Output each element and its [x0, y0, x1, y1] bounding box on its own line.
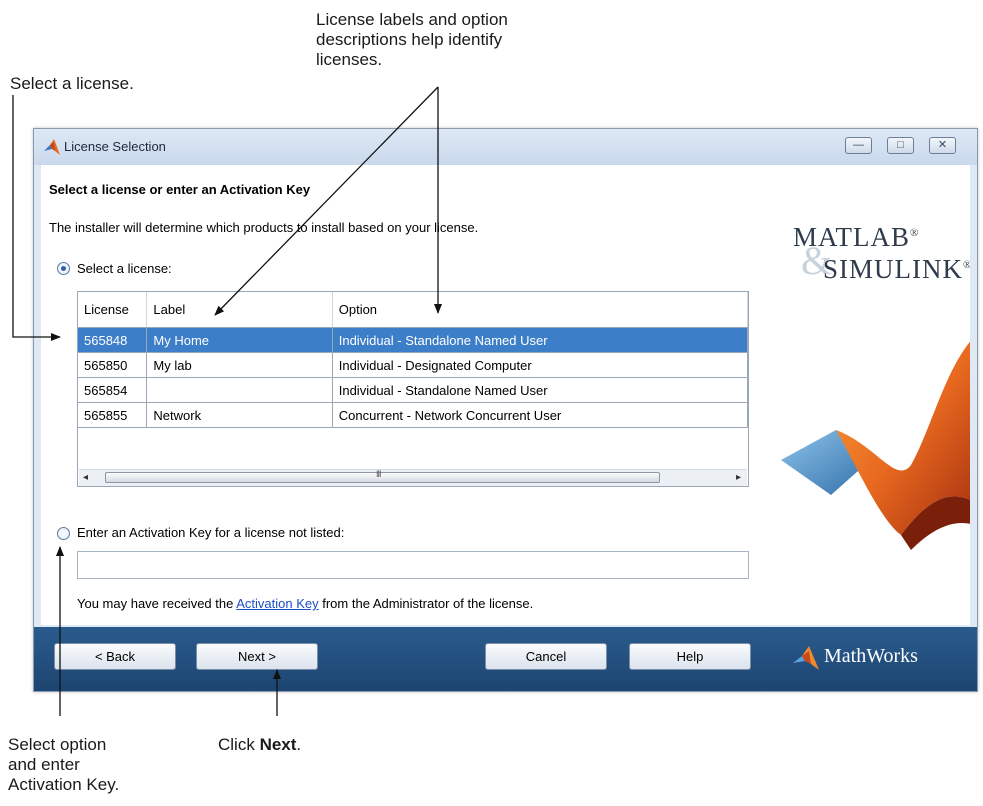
window-title: License Selection [64, 139, 166, 154]
page-title: Select a license or enter an Activation … [49, 182, 311, 197]
license-cell: 565850 [78, 352, 148, 378]
title-bar: License Selection — □ ✕ [34, 129, 977, 165]
maximize-icon: □ [897, 139, 904, 151]
activation-key-input[interactable] [77, 551, 749, 579]
registered-mark: ® [910, 227, 920, 239]
activation-key-radio-label[interactable]: Enter an Activation Key for a license no… [77, 525, 344, 540]
license-cell: 565854 [78, 377, 148, 403]
help-text-prefix: You may have received the [77, 596, 237, 611]
cancel-button[interactable]: Cancel [485, 643, 607, 670]
activation-key-help-text: You may have received the Activation Key… [77, 596, 533, 611]
label-cell [146, 377, 333, 403]
next-button[interactable]: Next > [196, 643, 318, 670]
matlab-word: MATLAB [793, 222, 911, 252]
label-cell: Network [146, 402, 333, 428]
column-header-license[interactable]: License [78, 292, 148, 328]
table-row[interactable]: 565855 Network Concurrent - Network Conc… [78, 402, 749, 428]
horizontal-scrollbar[interactable]: ◂ III ▸ [79, 469, 747, 486]
registered-mark: ® [963, 259, 970, 271]
select-license-radio-label[interactable]: Select a license: [77, 261, 172, 276]
option-cell: Individual - Standalone Named User [332, 377, 749, 403]
activation-key-radio[interactable] [57, 527, 70, 540]
annotation-line: Select option [8, 735, 107, 754]
annotation-select-license: Select a license. [10, 74, 134, 93]
option-cell: Concurrent - Network Concurrent User [332, 402, 749, 428]
label-cell: My Home [146, 327, 333, 353]
table-row[interactable]: 565850 My lab Individual - Designated Co… [78, 352, 749, 378]
scrollbar-grip-icon: III [376, 469, 381, 479]
scroll-right-icon[interactable]: ▸ [736, 472, 741, 483]
dialog-content: Select a license or enter an Activation … [41, 165, 970, 625]
matlab-membrane-logo-icon [781, 341, 970, 550]
simulink-wordmark: SIMULINK® [823, 254, 970, 285]
license-table: License Label Option 565848 My Home Indi… [78, 292, 749, 428]
activation-key-link[interactable]: Activation Key [236, 596, 318, 611]
instructions-text: The installer will determine which produ… [49, 220, 479, 235]
mathworks-logo-icon [793, 646, 819, 670]
column-header-label[interactable]: Label [146, 292, 333, 328]
annotation-line: Activation Key. [8, 775, 120, 794]
help-button[interactable]: Help [629, 643, 751, 670]
annotation-click-next: Click Next. [218, 735, 301, 755]
minimize-icon: — [853, 139, 864, 151]
annotation-line: License labels and option [316, 10, 508, 29]
minimize-button[interactable]: — [845, 137, 872, 154]
help-text-suffix: from the Administrator of the license. [318, 596, 534, 611]
annotation-line: licenses. [316, 50, 383, 69]
back-button[interactable]: < Back [54, 643, 176, 670]
close-button[interactable]: ✕ [929, 137, 956, 154]
column-header-option[interactable]: Option [332, 292, 749, 328]
option-cell: Individual - Designated Computer [332, 352, 749, 378]
simulink-word: SIMULINK [823, 254, 963, 284]
annotation-labels-descriptions: License labels and option descriptions h… [316, 10, 616, 70]
annotation-line: and enter [8, 755, 80, 774]
annotation-line: descriptions help identify [316, 30, 503, 49]
license-cell: 565848 [78, 327, 148, 353]
annotation-text: Click [218, 735, 260, 754]
close-icon: ✕ [937, 139, 948, 151]
table-row[interactable]: 565848 My Home Individual - Standalone N… [78, 327, 749, 353]
license-cell: 565855 [78, 402, 148, 428]
annotation-bold: Next [259, 735, 297, 754]
mathworks-wordmark: MathWorks [824, 645, 918, 667]
license-selection-window: License Selection — □ ✕ Select a license… [33, 128, 978, 692]
license-table-container: License Label Option 565848 My Home Indi… [77, 291, 749, 487]
table-row[interactable]: 565854 Individual - Standalone Named Use… [78, 377, 749, 403]
matlab-logo-icon [44, 139, 60, 155]
select-license-radio[interactable] [57, 262, 70, 275]
maximize-button[interactable]: □ [887, 137, 914, 154]
option-cell: Individual - Standalone Named User [332, 327, 749, 353]
scrollbar-thumb[interactable]: III [105, 469, 660, 483]
table-header-row: License Label Option [78, 292, 749, 328]
dialog-footer: < Back Next > Cancel Help MathWorks [34, 627, 977, 691]
label-cell: My lab [146, 352, 333, 378]
scroll-left-icon[interactable]: ◂ [83, 472, 88, 483]
annotation-text: . [296, 735, 302, 754]
annotation-select-option: Select option and enter Activation Key. [8, 735, 208, 795]
matlab-wordmark: MATLAB® [793, 222, 919, 253]
